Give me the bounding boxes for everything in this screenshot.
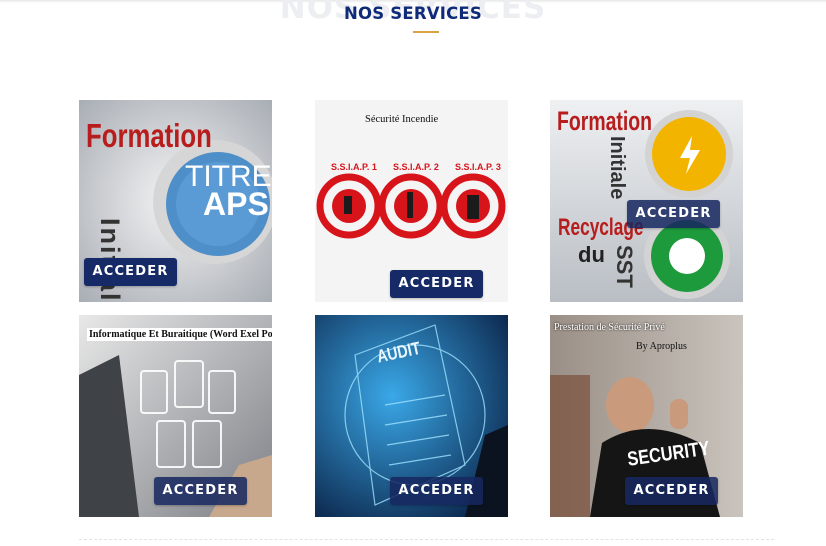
service-card-audit[interactable]: AUDIT ACCEDER (315, 315, 508, 517)
service-card-securite-privee[interactable]: Prestation de Sécurité Privé By Aproplus… (550, 315, 743, 517)
title-underline (413, 31, 439, 33)
service-card-formation-sst[interactable]: Formation Initiale Recyclage du SST ACCE… (550, 100, 743, 302)
du-text: du (578, 242, 605, 267)
prestation-caption: Prestation de Sécurité Privé (554, 322, 665, 333)
by-aproplus-text: By Aproplus (636, 341, 687, 352)
securite-incendie-caption: Sécurité Incendie (365, 114, 439, 125)
ssiap-1-label: S.S.I.A.P. 1 (331, 162, 377, 172)
service-card-formation-aps[interactable]: Formation Initiale TITRE APS ACCEDER (79, 100, 272, 302)
informatique-caption: Informatique Et Buraitique (Word Exel Po… (87, 328, 272, 341)
acceder-button[interactable]: ACCEDER (390, 477, 483, 505)
section-divider (79, 539, 774, 540)
section-title: NOS SERVICES (344, 4, 482, 23)
acceder-button[interactable]: ACCEDER (84, 258, 177, 286)
acceder-button[interactable]: ACCEDER (625, 477, 718, 505)
aps-badge-text: APS (203, 186, 269, 222)
initiale-vertical-text: Initiale (606, 136, 628, 200)
formation-title-text: Formation (557, 106, 653, 136)
formation-title-text: Formation (86, 117, 212, 154)
acceder-button[interactable]: ACCEDER (627, 200, 720, 228)
service-card-informatique[interactable]: Informatique Et Buraitique (Word Exel Po… (79, 315, 272, 517)
ssiap-3-label: S.S.I.A.P. 3 (455, 162, 501, 172)
acceder-button[interactable]: ACCEDER (154, 477, 247, 505)
sst-vertical-text: SST (612, 245, 637, 288)
service-card-securite-incendie[interactable]: Sécurité Incendie S.S.I.A.P. 1 S.S.I.A.P… (315, 100, 508, 302)
acceder-button[interactable]: ACCEDER (390, 270, 483, 298)
ssiap-2-label: S.S.I.A.P. 2 (393, 162, 439, 172)
